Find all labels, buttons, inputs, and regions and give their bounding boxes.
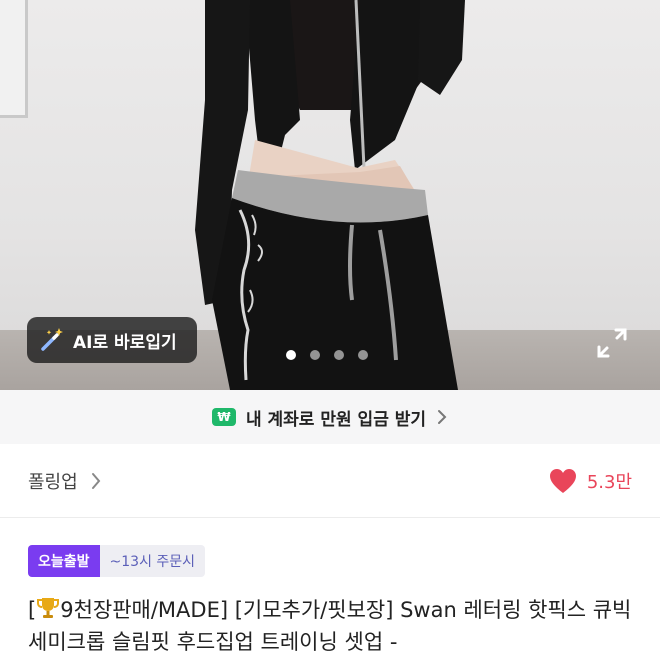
title-bracket: [: [28, 598, 37, 622]
account-deposit-banner[interactable]: ₩ 내 계좌로 만원 입금 받기: [0, 390, 660, 444]
seller-row: 폴링업 5.3만: [0, 444, 660, 518]
product-title: [ 9천장판매/MADE] [기모추가/핏보장] Swan 레터링 핫픽스 큐빅…: [28, 594, 648, 658]
today-ship-badge: 오늘출발: [28, 545, 100, 577]
carousel-dot[interactable]: [310, 350, 320, 360]
carousel-dot[interactable]: [358, 350, 368, 360]
title-text: 9천장판매/MADE] [기모추가/핏보장] Swan 레터링 핫픽스 큐빅 세…: [28, 598, 632, 654]
seller-name-link[interactable]: 폴링업: [28, 468, 78, 494]
heart-icon: [549, 468, 576, 493]
product-image[interactable]: AI로 바로입기: [0, 0, 660, 390]
order-cutoff-badge: ~13시 주문시: [99, 545, 206, 577]
chevron-right-icon: [438, 410, 447, 424]
expand-icon[interactable]: [596, 327, 628, 359]
ai-try-on-button[interactable]: AI로 바로입기: [27, 317, 197, 363]
like-button[interactable]: 5.3만: [549, 468, 632, 494]
won-icon: ₩: [211, 408, 236, 426]
trophy-icon: [37, 598, 60, 618]
carousel-dot-active[interactable]: [286, 350, 296, 360]
carousel-indicator: [286, 350, 368, 360]
carousel-dot[interactable]: [334, 350, 344, 360]
chevron-right-icon[interactable]: [90, 472, 102, 490]
promo-text: 내 계좌로 만원 입금 받기: [245, 409, 427, 430]
ai-try-on-label: AI로 바로입기: [73, 332, 177, 353]
delivery-badges: 오늘출발 ~13시 주문시: [28, 545, 206, 577]
like-count: 5.3만: [586, 471, 632, 493]
magic-wand-icon: [41, 328, 63, 351]
